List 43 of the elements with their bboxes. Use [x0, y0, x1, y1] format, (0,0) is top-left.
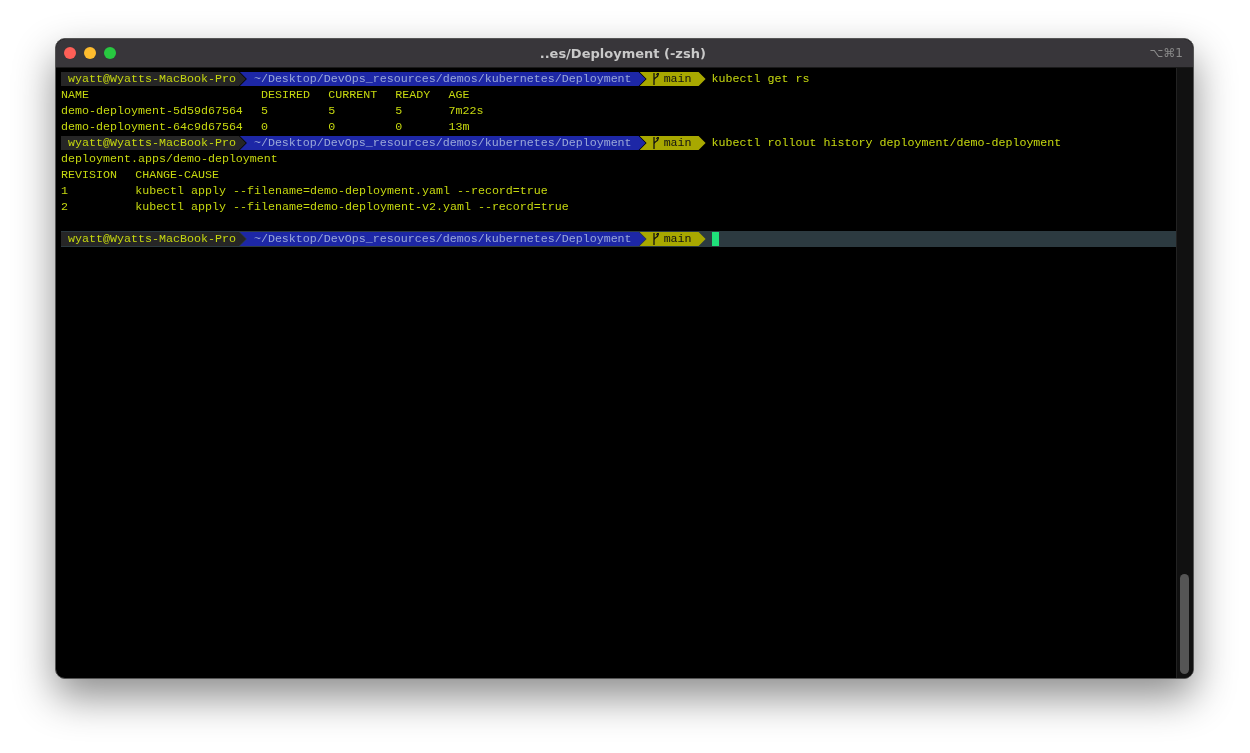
minimize-icon[interactable] [84, 47, 96, 59]
table-cell-text: 5 [395, 104, 404, 118]
scrollbar-thumb[interactable] [1180, 574, 1189, 674]
prompt-user: wyatt@Wyatts-MacBook-Pro [61, 232, 246, 246]
prompt-user: wyatt@Wyatts-MacBook-Pro [61, 72, 246, 86]
branch-icon [651, 73, 659, 85]
column-header: AGE [448, 88, 471, 102]
table-cell-text: 5 [261, 104, 270, 118]
table-cell-text: kubectl apply --filename=demo-deployment.yaml --record=true [135, 184, 549, 198]
column-header: READY [395, 88, 431, 102]
prompt-path: ~/Desktop/DevOps_resources/demos/kubernetes/Deployment [239, 72, 646, 86]
table-cell-text: 5 [328, 104, 337, 118]
column-header: DESIRED [261, 88, 310, 102]
table-cell: 7m22s [448, 104, 484, 118]
prompt-path: ~/Desktop/DevOps_resources/demos/kubernetes/Deployment [239, 232, 646, 246]
branch-icon [651, 233, 659, 245]
close-icon[interactable] [64, 47, 76, 59]
column-header: NAME [61, 88, 90, 102]
prompt-branch: main [639, 232, 706, 246]
prompt-path: ~/Desktop/DevOps_resources/demos/kubernetes/Deployment [239, 136, 646, 150]
prompt-branch: main [639, 136, 706, 150]
branch-icon [651, 137, 659, 149]
prompt-user: wyatt@Wyatts-MacBook-Pro [61, 136, 246, 150]
table-cell-text: 13m [448, 120, 471, 134]
table-cell: demo-deployment-64c9d67564 [61, 120, 243, 134]
column-header: REVISION [61, 168, 117, 182]
command-text: kubectl rollout history deployment/demo-deployment [711, 136, 1062, 150]
zoom-icon[interactable] [104, 47, 116, 59]
table-cell: kubectl apply --filename=demo-deployment-v2.yaml --record=true [135, 200, 569, 214]
table-cell-text: 2 [61, 200, 69, 214]
window-title: ..es/Deployment (-zsh) [538, 45, 707, 61]
table-cell-text: 1 [61, 184, 69, 198]
column-header: CHANGE-CAUSE [135, 168, 221, 182]
table-cell-text: 0 [395, 120, 404, 134]
column-header: CURRENT [328, 88, 378, 102]
output-text: deployment.apps/demo-deployment [61, 152, 278, 166]
shortcut-label: ⌥⌘1 [1149, 46, 1184, 60]
prompt-branch: main [639, 72, 706, 86]
table-cell: demo-deployment-5d59d67564 [61, 104, 243, 118]
text-cursor [711, 232, 719, 246]
command-text: kubectl get rs [711, 72, 810, 86]
table-cell-text: 0 [328, 120, 337, 134]
table-cell-text: 0 [261, 120, 270, 134]
